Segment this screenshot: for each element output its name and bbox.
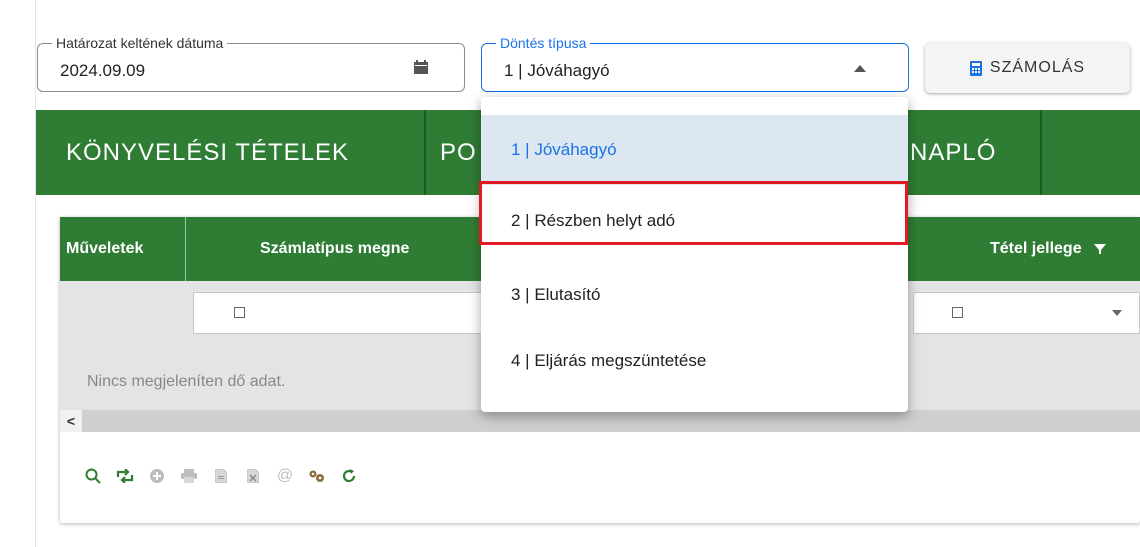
tab-accounting-items-label: KÖNYVELÉSI TÉTELEK bbox=[66, 138, 349, 166]
tab-log[interactable]: NAPLÓ bbox=[910, 110, 996, 195]
add-icon[interactable] bbox=[146, 465, 168, 487]
tab-log-label: NAPLÓ bbox=[910, 138, 997, 166]
decision-type-value[interactable]: 1 | Jóváhagyó bbox=[504, 61, 610, 81]
decision-type-dropdown: 1 | Jóváhagyó 2 | Részben helyt adó 3 | … bbox=[481, 97, 908, 412]
print-icon[interactable] bbox=[178, 465, 200, 487]
decision-date-value[interactable]: 2024.09.09 bbox=[60, 61, 145, 81]
frame-divider bbox=[35, 0, 36, 547]
column-operations[interactable]: Műveletek bbox=[66, 217, 143, 281]
column-item-nature[interactable]: Tétel jellege bbox=[990, 217, 1106, 281]
option-approving-label: 1 | Jóváhagyó bbox=[511, 140, 617, 159]
decision-type-select[interactable]: Döntés típusa 1 | Jóváhagyó bbox=[481, 35, 909, 92]
option-partially-upheld[interactable]: 2 | Részben helyt adó bbox=[481, 186, 908, 256]
option-procedure-terminated-label: 4 | Eljárás megszüntetése bbox=[511, 351, 707, 370]
tab-divider bbox=[424, 110, 426, 195]
calculate-button-label: SZÁMOLÁS bbox=[989, 59, 1086, 76]
empty-state-text: Nincs megjeleníten dő adat. bbox=[87, 373, 286, 390]
option-partially-upheld-label: 2 | Részben helyt adó bbox=[511, 211, 676, 230]
tab-divider bbox=[1040, 110, 1042, 195]
email-icon[interactable]: @ bbox=[274, 465, 296, 487]
column-item-nature-label: Tétel jellege bbox=[990, 240, 1082, 257]
decision-date-legend: Határozat keltének dátuma bbox=[52, 35, 228, 51]
search-icon[interactable] bbox=[82, 465, 104, 487]
calculator-icon bbox=[969, 60, 982, 76]
column-divider bbox=[185, 217, 186, 281]
filter-operator-icon[interactable] bbox=[234, 307, 245, 318]
calculate-button[interactable]: SZÁMOLÁS bbox=[925, 43, 1130, 93]
option-approving[interactable]: 1 | Jóváhagyó bbox=[481, 115, 908, 185]
filter-icon[interactable] bbox=[1093, 244, 1106, 254]
settings-icon[interactable] bbox=[306, 465, 328, 487]
column-account-type-label: Számlatípus megne bbox=[260, 240, 410, 257]
refresh-icon[interactable] bbox=[338, 465, 360, 487]
decision-type-legend: Döntés típusa bbox=[496, 35, 591, 51]
column-operations-label: Műveletek bbox=[66, 240, 144, 257]
tab-po[interactable]: PO bbox=[440, 110, 477, 195]
item-nature-filter-input[interactable] bbox=[913, 292, 1140, 334]
option-rejecting[interactable]: 3 | Elutasító bbox=[481, 260, 908, 330]
horizontal-scrollbar[interactable]: < bbox=[60, 410, 1140, 432]
calendar-icon[interactable] bbox=[414, 60, 428, 74]
grid-toolbar: @ bbox=[60, 457, 1140, 497]
swap-icon[interactable] bbox=[114, 465, 136, 487]
tab-po-label: PO bbox=[440, 138, 477, 166]
account-type-filter-input[interactable] bbox=[193, 292, 493, 334]
caret-up-icon[interactable] bbox=[854, 65, 866, 72]
excel-icon[interactable] bbox=[242, 465, 264, 487]
decision-date-field[interactable]: Határozat keltének dátuma 2024.09.09 bbox=[37, 35, 465, 92]
scroll-left-button[interactable]: < bbox=[60, 410, 82, 432]
scroll-left-icon: < bbox=[66, 413, 76, 429]
option-rejecting-label: 3 | Elutasító bbox=[511, 285, 601, 304]
column-account-type[interactable]: Számlatípus megne bbox=[260, 217, 409, 281]
tab-accounting-items[interactable]: KÖNYVELÉSI TÉTELEK bbox=[66, 110, 349, 195]
chevron-down-icon[interactable] bbox=[1112, 310, 1122, 316]
option-procedure-terminated[interactable]: 4 | Eljárás megszüntetése bbox=[481, 326, 908, 396]
document-icon[interactable] bbox=[210, 465, 232, 487]
filter-operator-icon[interactable] bbox=[952, 307, 963, 318]
